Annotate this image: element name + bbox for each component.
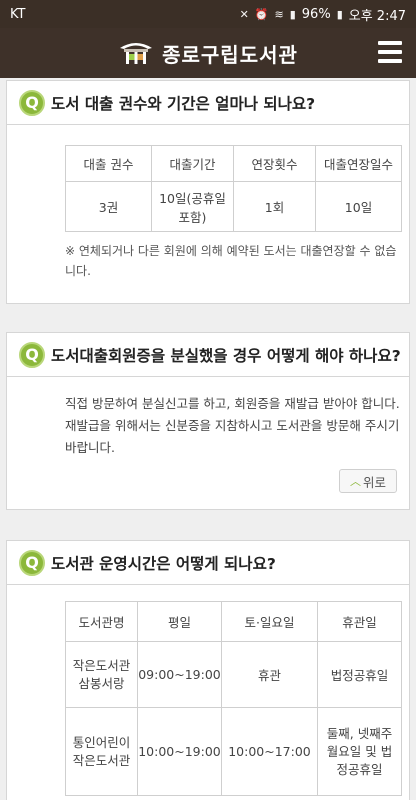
q-badge-icon: Q (19, 341, 45, 368)
faq-question[interactable]: Q 도서관 운영시간은 어떻게 되나요? (7, 541, 409, 585)
table-cell: 휴관 (221, 641, 318, 708)
q-badge-icon: Q (19, 549, 45, 576)
question-text: 도서대출회원증을 분실했을 경우 어떻게 해야 하나요? (51, 346, 401, 365)
carrier-label: KT (10, 6, 26, 22)
menu-button[interactable] (378, 41, 402, 63)
faq-question[interactable]: Q 도서 대출 권수와 기간은 얼마나 되나요? (7, 81, 409, 125)
answer-text: 직접 방문하여 분실신고를 하고, 회원증을 재발급 받아야 합니다. 재발급을… (65, 396, 400, 455)
question-text: 도서관 운영시간은 어떻게 되나요? (51, 554, 276, 573)
hours-table: 도서관명 평일 토·일요일 휴관일 작은도서관 삼봉서랑 09:00~19:00… (65, 601, 402, 796)
battery-icon: ▮ (336, 7, 343, 21)
app-header: 종로구립도서관 (0, 28, 416, 78)
table-cell: 10:00~19:00 (137, 707, 222, 796)
table-header: 도서관명 (65, 601, 138, 642)
header-title: 종로구립도서관 (162, 42, 298, 67)
wifi-icon: ≋ (274, 7, 284, 21)
table-header: 평일 (137, 601, 222, 642)
loan-note: ※ 연체되거나 다른 회원에 의해 예약된 도서는 대출연장할 수 없습니다. (65, 244, 397, 278)
table-cell: 둘째, 넷째주 월요일 및 법정공휴일 (317, 707, 402, 796)
chevron-up-icon: ︿ (349, 475, 361, 488)
signal-icon: ▮ (289, 7, 296, 21)
table-cell: 3권 (65, 181, 152, 232)
table-header: 대출 권수 (65, 145, 152, 182)
library-logo-icon (120, 43, 153, 64)
menu-icon (378, 41, 402, 45)
table-cell: 09:00~19:00 (137, 641, 222, 708)
alarm-icon: ⏰ (254, 7, 269, 21)
status-icons: ✕ ⏰ ≋ ▮ 96% ▮ 오후 2:47 (240, 5, 406, 24)
table-header: 토·일요일 (221, 601, 318, 642)
table-header: 연장횟수 (233, 145, 316, 182)
mute-icon: ✕ (239, 7, 249, 21)
table-header: 대출기간 (151, 145, 234, 182)
battery-level: 96% (301, 6, 331, 22)
table-cell: 법정공휴일 (317, 641, 402, 708)
table-cell: 1회 (233, 181, 316, 232)
faq-item-hours: Q 도서관 운영시간은 어떻게 되나요? 도서관명 평일 토·일요일 휴관일 작… (6, 540, 410, 800)
table-cell: 10일(공휴일 포함) (151, 181, 234, 232)
faq-question[interactable]: Q 도서대출회원증을 분실했을 경우 어떻게 해야 하나요? (7, 333, 409, 377)
q-badge-icon: Q (19, 89, 45, 116)
table-header: 휴관일 (317, 601, 402, 642)
back-to-top-button[interactable]: ︿ 위로 (339, 469, 397, 493)
table-cell: 10일 (315, 181, 402, 232)
brand[interactable]: 종로구립도서관 (118, 39, 298, 68)
table-cell: 통인어린이 작은도서관 (65, 707, 138, 796)
table-cell: 10:00~17:00 (221, 707, 318, 796)
clock: 오후 2:47 (348, 8, 406, 24)
table-header: 대출연장일수 (315, 145, 402, 182)
status-bar: KT ✕ ⏰ ≋ ▮ 96% ▮ 오후 2:47 (0, 0, 416, 28)
loan-table: 대출 권수 대출기간 연장횟수 대출연장일수 3권 10일(공휴일 포함) 1회… (65, 145, 402, 232)
back-to-top-label: 위로 (362, 474, 386, 490)
faq-item-lost-card: Q 도서대출회원증을 분실했을 경우 어떻게 해야 하나요? 직접 방문하여 분… (6, 332, 410, 510)
question-text: 도서 대출 권수와 기간은 얼마나 되나요? (51, 94, 316, 113)
table-cell: 작은도서관 삼봉서랑 (65, 641, 138, 708)
faq-item-loan-limit: Q 도서 대출 권수와 기간은 얼마나 되나요? 대출 권수 대출기간 연장횟수… (6, 80, 410, 304)
